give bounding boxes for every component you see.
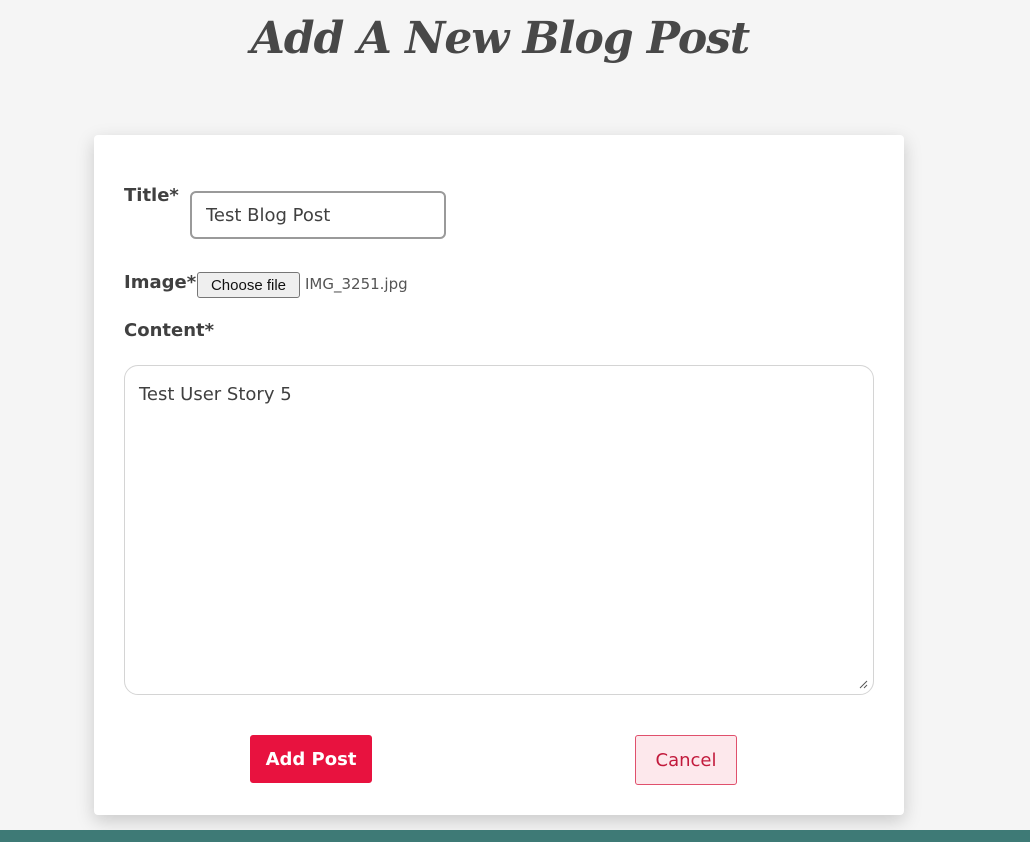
footer-bar [0,830,1030,842]
title-label: Title* [124,185,179,206]
image-label: Image* [124,272,197,293]
choose-file-button[interactable]: Choose file [197,272,300,298]
cancel-button[interactable]: Cancel [635,735,737,785]
resize-handle-icon[interactable] [858,679,868,689]
content-textarea[interactable]: Test User Story 5 [124,365,874,695]
title-input[interactable] [190,191,446,239]
content-label: Content* [124,320,215,341]
add-post-button[interactable]: Add Post [250,735,372,783]
selected-file-name: IMG_3251.jpg [305,275,408,293]
page-title: Add A New Blog Post [250,13,751,64]
blog-post-form: Title* Image* Choose file IMG_3251.jpg C… [94,135,904,815]
